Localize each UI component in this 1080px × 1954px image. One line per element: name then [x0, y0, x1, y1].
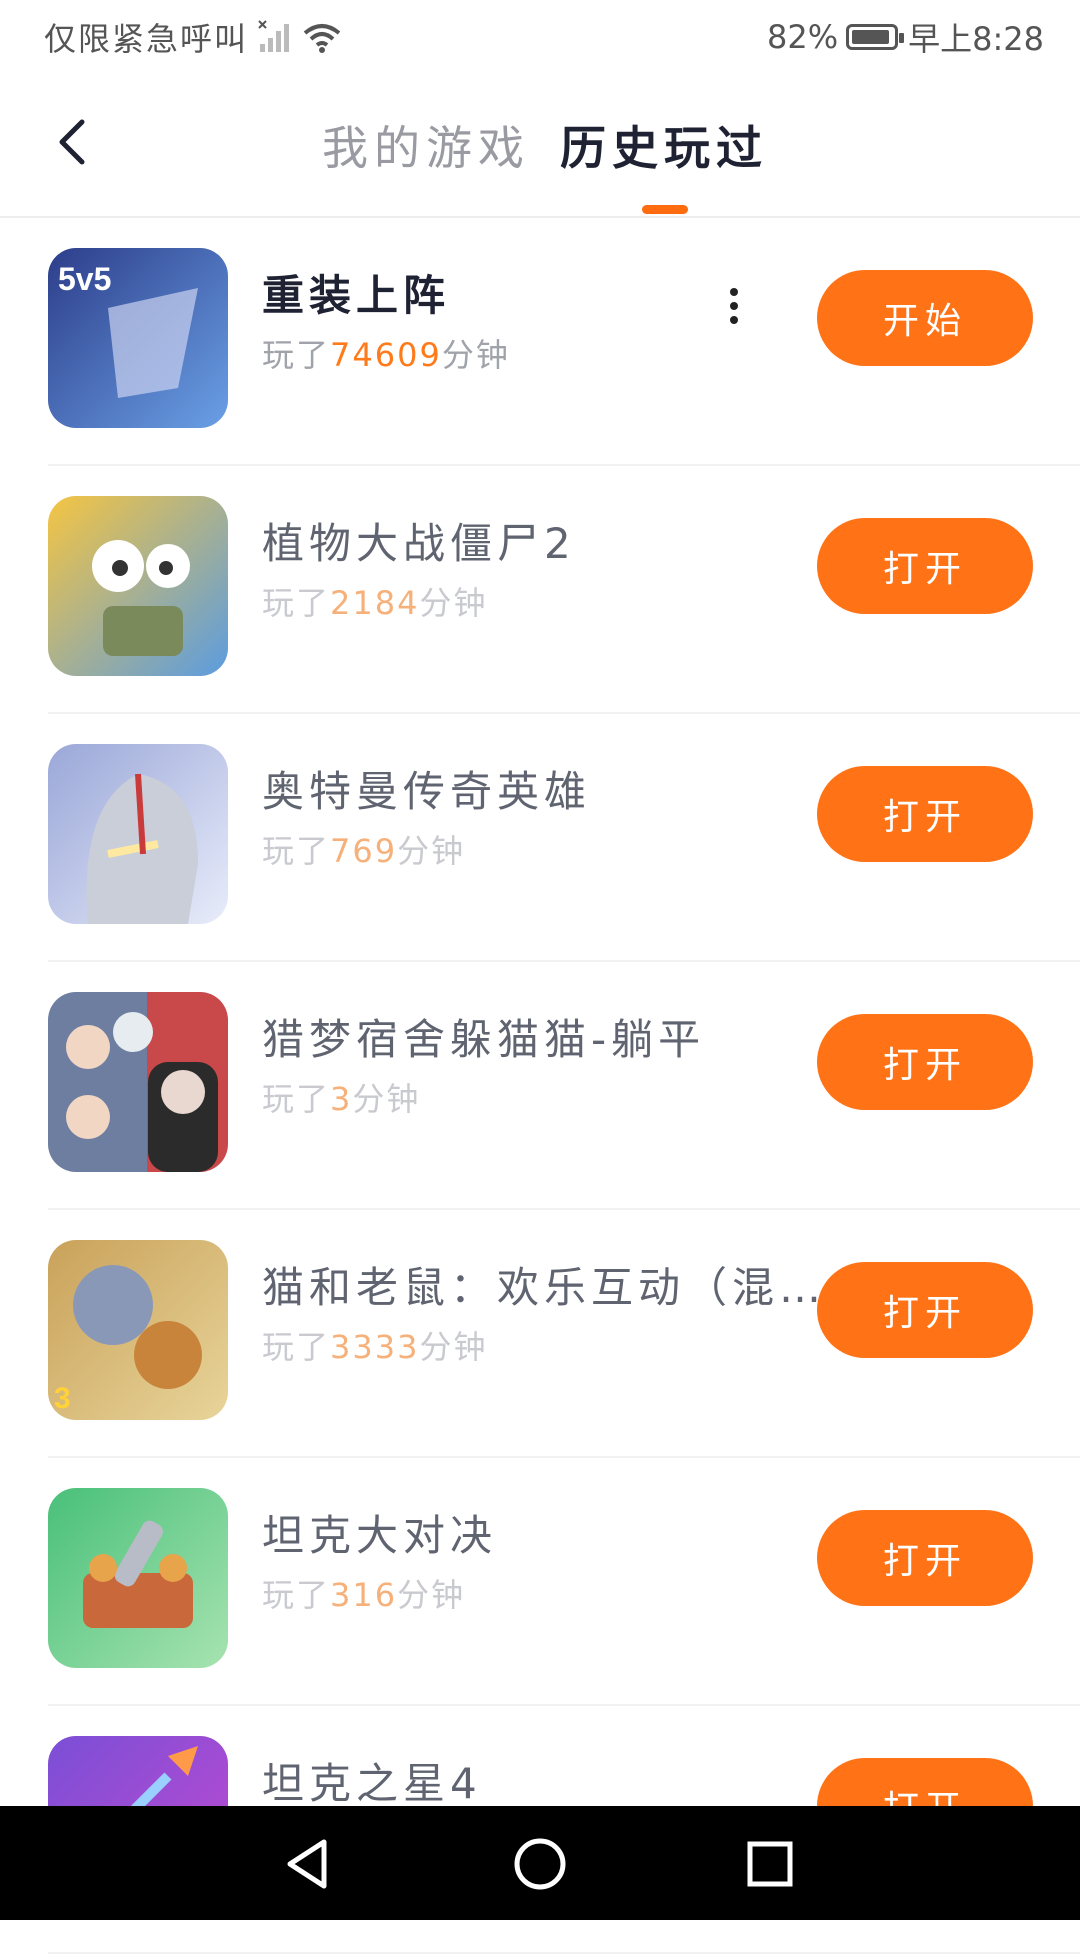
- signal-icon: [258, 20, 292, 54]
- emergency-calls-text: 仅限紧急呼叫: [44, 20, 249, 58]
- list-item[interactable]: 坦克大对决 玩了316分钟 打开: [48, 1458, 1080, 1706]
- status-bar: 仅限紧急呼叫 82% 早上8:28: [0, 0, 1080, 72]
- playtime-text: 玩了316分钟: [262, 1576, 466, 1614]
- more-options-icon[interactable]: [728, 288, 740, 328]
- game-icon: 3: [48, 1240, 228, 1420]
- list-item[interactable]: 奥特曼传奇英雄 玩了769分钟 打开: [48, 714, 1080, 962]
- open-button[interactable]: 打开: [817, 766, 1033, 862]
- active-tab-indicator: [642, 205, 688, 214]
- playtime-text: 玩了74609分钟: [262, 336, 510, 374]
- nav-recents-icon[interactable]: [742, 1836, 798, 1892]
- game-title: 奥特曼传奇英雄: [262, 767, 592, 816]
- playtime-text: 玩了769分钟: [262, 832, 466, 870]
- list-item[interactable]: 3 猫和老鼠：欢乐互动（混… 玩了3333分钟 打开: [48, 1210, 1080, 1458]
- game-title: 坦克大对决: [262, 1511, 498, 1560]
- game-title: 猎梦宿舍躲猫猫-躺平: [262, 1015, 706, 1064]
- open-button[interactable]: 打开: [817, 518, 1033, 614]
- list-item[interactable]: 植物大战僵尸2 玩了2184分钟 打开: [48, 466, 1080, 714]
- game-icon: [48, 1488, 228, 1668]
- open-button[interactable]: 打开: [817, 1262, 1033, 1358]
- tab-my-games[interactable]: 我的游戏: [322, 112, 530, 178]
- back-arrow-icon[interactable]: [46, 112, 106, 172]
- status-bar-left: 仅限紧急呼叫: [44, 14, 342, 60]
- list-item[interactable]: 猎梦宿舍躲猫猫-躺平 玩了3分钟 打开: [48, 962, 1080, 1210]
- game-title: 坦克之星4: [262, 1759, 482, 1808]
- playtime-text: 玩了3333分钟: [262, 1328, 488, 1366]
- wifi-icon: [302, 20, 342, 54]
- open-button[interactable]: 打开: [817, 1510, 1033, 1606]
- game-icon: [48, 744, 228, 924]
- game-icon: [48, 992, 228, 1172]
- status-bar-right: 82% 早上8:28: [767, 14, 1044, 60]
- playtime-text: 玩了2184分钟: [262, 584, 488, 622]
- nav-back-icon[interactable]: [280, 1836, 336, 1892]
- game-title: 重装上阵: [262, 271, 451, 320]
- top-header: 我的游戏 历史玩过: [0, 72, 1080, 218]
- list-item[interactable]: 5v5 重装上阵 玩了74609分钟 开始: [48, 218, 1080, 466]
- system-navigation-bar: [0, 1806, 1080, 1920]
- tab-history-played[interactable]: 历史玩过: [560, 112, 768, 178]
- clock: 早上8:28: [908, 20, 1044, 58]
- battery-percent: 82%: [767, 18, 839, 56]
- game-title: 植物大战僵尸2: [262, 519, 576, 568]
- game-icon: [48, 496, 228, 676]
- nav-home-icon[interactable]: [512, 1836, 568, 1892]
- battery-icon: [846, 24, 905, 50]
- game-icon: 5v5: [48, 248, 228, 428]
- game-title: 猫和老鼠：欢乐互动（混…: [262, 1263, 827, 1312]
- svg-text:5v5: 5v5: [58, 261, 111, 297]
- game-history-list: 5v5 重装上阵 玩了74609分钟 开始 植物大战僵尸2 玩了2184分钟 打…: [0, 218, 1080, 1954]
- start-button[interactable]: 开始: [817, 270, 1033, 366]
- svg-text:3: 3: [54, 1382, 71, 1415]
- playtime-text: 玩了3分钟: [262, 1080, 421, 1118]
- open-button[interactable]: 打开: [817, 1014, 1033, 1110]
